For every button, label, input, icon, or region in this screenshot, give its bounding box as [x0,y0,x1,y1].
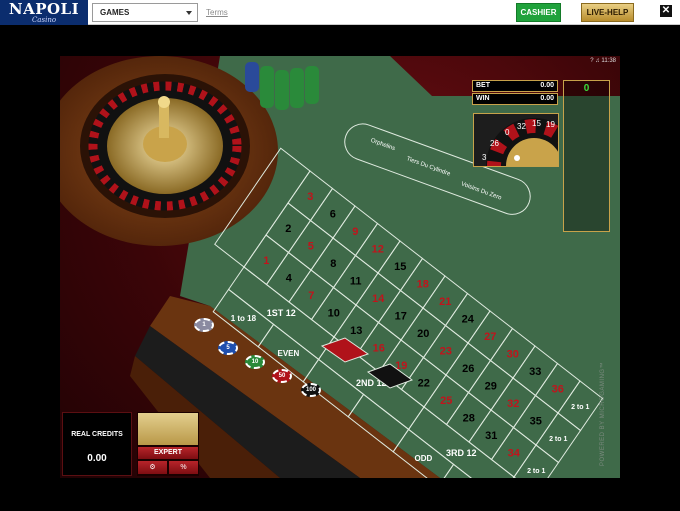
number-label: 30 [507,348,519,360]
logo-text: NAPOLI [8,0,80,18]
credits-label: REAL CREDITS [71,431,123,438]
chip-50[interactable]: 50 [272,369,292,383]
win-label: WIN [476,95,490,102]
outside-bet-label: 1 to 18 [231,314,257,323]
games-dropdown-value: GAMES [100,8,130,17]
dozen-label: 1ST 12 [267,308,296,318]
number-label: 21 [439,296,451,308]
preview-number: 15 [532,119,541,128]
outside-bet-label: ODD [415,454,433,463]
number-label: 1 [263,255,269,267]
number-label: 35 [530,415,542,427]
number-label: 13 [350,325,362,337]
bet-label: BET [476,82,490,89]
dozen-label: 3RD 12 [446,448,477,458]
win-row: WIN 0.00 [472,93,558,105]
number-label: 17 [395,310,407,322]
powered-by-text: POWERED BY MICROGAMING™ [600,361,606,466]
live-help-button[interactable]: LIVE-HELP [581,3,634,22]
credits-box: REAL CREDITS 0.00 [62,412,132,476]
number-label: 12 [372,243,384,255]
games-dropdown[interactable]: GAMES [92,3,198,22]
preview-number: 26 [490,139,499,148]
history-panel: 0 [563,80,610,232]
number-label: 36 [552,383,564,395]
chip-5[interactable]: 5 [218,341,238,355]
column-bet-label: 2 to 1 [571,404,589,411]
number-label: 10 [328,307,340,319]
logo-subtext: Casino [31,16,57,24]
number-label: 15 [394,261,406,273]
number-label: 28 [463,412,475,424]
number-label: 16 [373,342,385,354]
top-icons[interactable]: ? ♫ 11:38 [590,58,616,64]
number-label: 4 [286,272,293,284]
outside-bet-label: EVEN [278,349,300,358]
preview-number: 0 [505,128,510,137]
number-label: 3 [307,191,313,203]
bet-win-panel: BET 0.00 WIN 0.00 [472,80,558,106]
control-panel: EXPERT ⚙ % [137,412,199,476]
bet-row: BET 0.00 [472,80,558,92]
number-label: 25 [440,395,452,407]
expert-button[interactable]: EXPERT [138,447,198,459]
top-bar: NAPOLI Casino GAMES Terms CASHIER LIVE-H… [0,0,680,25]
settings-gear-icon[interactable]: ⚙ [138,461,167,474]
credits-value: 0.00 [87,453,107,464]
number-label: 34 [508,447,521,459]
chip-1[interactable]: 1 [194,318,214,332]
history-number: 0 [583,83,590,94]
number-label: 20 [417,328,429,340]
number-label: 11 [350,275,362,287]
number-label: 2 [285,223,291,235]
percent-button[interactable]: % [169,461,198,474]
number-label: 27 [484,331,496,343]
number-label: 24 [462,313,475,325]
win-value: 0.00 [540,95,554,102]
chevron-down-icon [186,11,192,15]
number-label: 33 [529,366,541,378]
number-label: 7 [308,290,314,302]
chip-10[interactable]: 10 [245,355,265,369]
preview-number: 3 [482,153,487,162]
number-label: 31 [485,430,497,442]
terms-link[interactable]: Terms [206,8,228,17]
number-label: 22 [418,377,430,389]
number-label: 5 [308,240,314,252]
number-label: 6 [330,208,336,220]
column-bet-label: 2 to 1 [549,436,567,443]
roulette-game: Orphelins Tiers Du Cylindre Voisins Du Z… [60,56,620,478]
preview-number: 19 [546,120,555,129]
number-label: 23 [440,345,452,357]
bet-value: 0.00 [540,82,554,89]
wheel-preview: 3 26 0 32 15 19 [473,113,559,167]
number-label: 9 [352,226,358,238]
casino-logo[interactable]: NAPOLI Casino [0,0,88,25]
preview-number: 32 [517,122,526,131]
number-label: 8 [330,258,336,270]
number-label: 26 [462,363,474,375]
cashier-button[interactable]: CASHIER [516,3,561,22]
control-display [138,413,198,445]
close-icon[interactable]: ✕ [660,5,672,17]
number-label: 14 [372,293,385,305]
column-bet-label: 2 to 1 [527,468,545,475]
number-label: 32 [507,398,519,410]
number-label: 18 [417,278,429,290]
chip-100[interactable]: 100 [301,383,321,397]
number-label: 29 [485,380,497,392]
